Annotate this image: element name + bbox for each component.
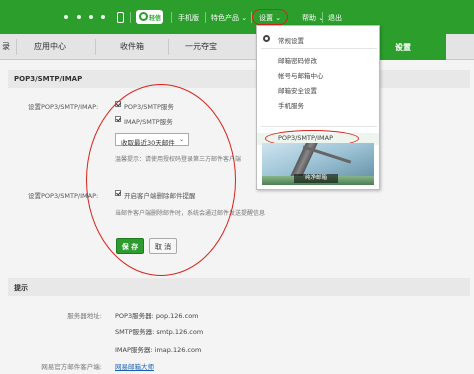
friend-badge[interactable]: 轻信 xyxy=(136,10,163,24)
divider xyxy=(261,126,377,127)
mobile-version-link[interactable]: 手机版 xyxy=(178,13,199,23)
nav-bar: 录 应用中心 收件箱 一元夺宝 设置 ✕ xyxy=(0,34,474,60)
status-dot xyxy=(64,15,68,19)
annotation-ellipse xyxy=(86,84,236,276)
menu-item-mobile-service[interactable]: 手机服务 xyxy=(278,100,304,110)
divider xyxy=(95,39,96,55)
smtp-server: SMTP服务器: smtp.126.com xyxy=(115,328,204,336)
tips-section-header: 提示 xyxy=(8,278,470,296)
official-client-label: 网易官方邮件客户端: xyxy=(41,363,102,371)
theme-caption: 纯净邮箱 xyxy=(294,174,338,183)
divider xyxy=(130,12,131,23)
divider xyxy=(168,39,169,55)
service-label: 设置POP3/SMTP/IMAP: xyxy=(28,103,99,111)
divider xyxy=(205,12,206,23)
settings-annotation-circle xyxy=(252,9,288,25)
pop3-server: POP3服务器: pop.126.com xyxy=(115,312,199,320)
gear-icon xyxy=(263,35,270,42)
status-dot xyxy=(101,15,105,19)
menu-item-general[interactable]: 常规设置 xyxy=(278,35,304,45)
server-address-label: 服务器地址: xyxy=(67,312,102,320)
divider xyxy=(261,48,377,49)
close-icon[interactable]: ✕ xyxy=(395,42,402,51)
logout-link[interactable]: 退出 xyxy=(328,13,342,23)
friend-icon xyxy=(139,12,148,21)
tab-settings[interactable]: 设置 ✕ xyxy=(380,34,446,60)
divider xyxy=(171,12,172,23)
divider xyxy=(16,39,17,55)
theme-preview[interactable]: 纯净邮箱 xyxy=(262,143,374,185)
status-dot xyxy=(77,15,81,19)
menu-item-account-center[interactable]: 帐号与邮箱中心 xyxy=(278,70,324,80)
pop-section-title: POP3/SMTP/IMAP xyxy=(14,75,83,83)
official-client-link[interactable]: 网易邮箱大师 xyxy=(115,361,154,371)
phone-icon[interactable] xyxy=(117,12,124,23)
help-menu[interactable]: 帮助 ⌄ xyxy=(302,13,324,23)
tips-section-title: 提示 xyxy=(14,284,28,292)
status-dot xyxy=(89,15,93,19)
top-bar: 轻信 手机版 特色产品 ⌄ 设置 ⌄ 帮助 ⌄ 退出 xyxy=(0,0,474,34)
pop-section-header: POP3/SMTP/IMAP xyxy=(8,70,470,88)
tab-inbox[interactable]: 收件箱 xyxy=(120,34,144,60)
tab-treasure[interactable]: 一元夺宝 xyxy=(185,34,217,60)
friend-label: 轻信 xyxy=(149,15,162,22)
tab-mail[interactable]: 录 xyxy=(2,34,10,60)
special-products-menu[interactable]: 特色产品 ⌄ xyxy=(211,13,247,23)
divider xyxy=(322,12,323,23)
imap-server: IMAP服务器: imap.126.com xyxy=(115,346,202,354)
menu-item-security[interactable]: 邮箱安全设置 xyxy=(278,85,317,95)
tab-app-center[interactable]: 应用中心 xyxy=(34,34,66,60)
menu-item-password[interactable]: 邮箱密码修改 xyxy=(278,55,317,65)
